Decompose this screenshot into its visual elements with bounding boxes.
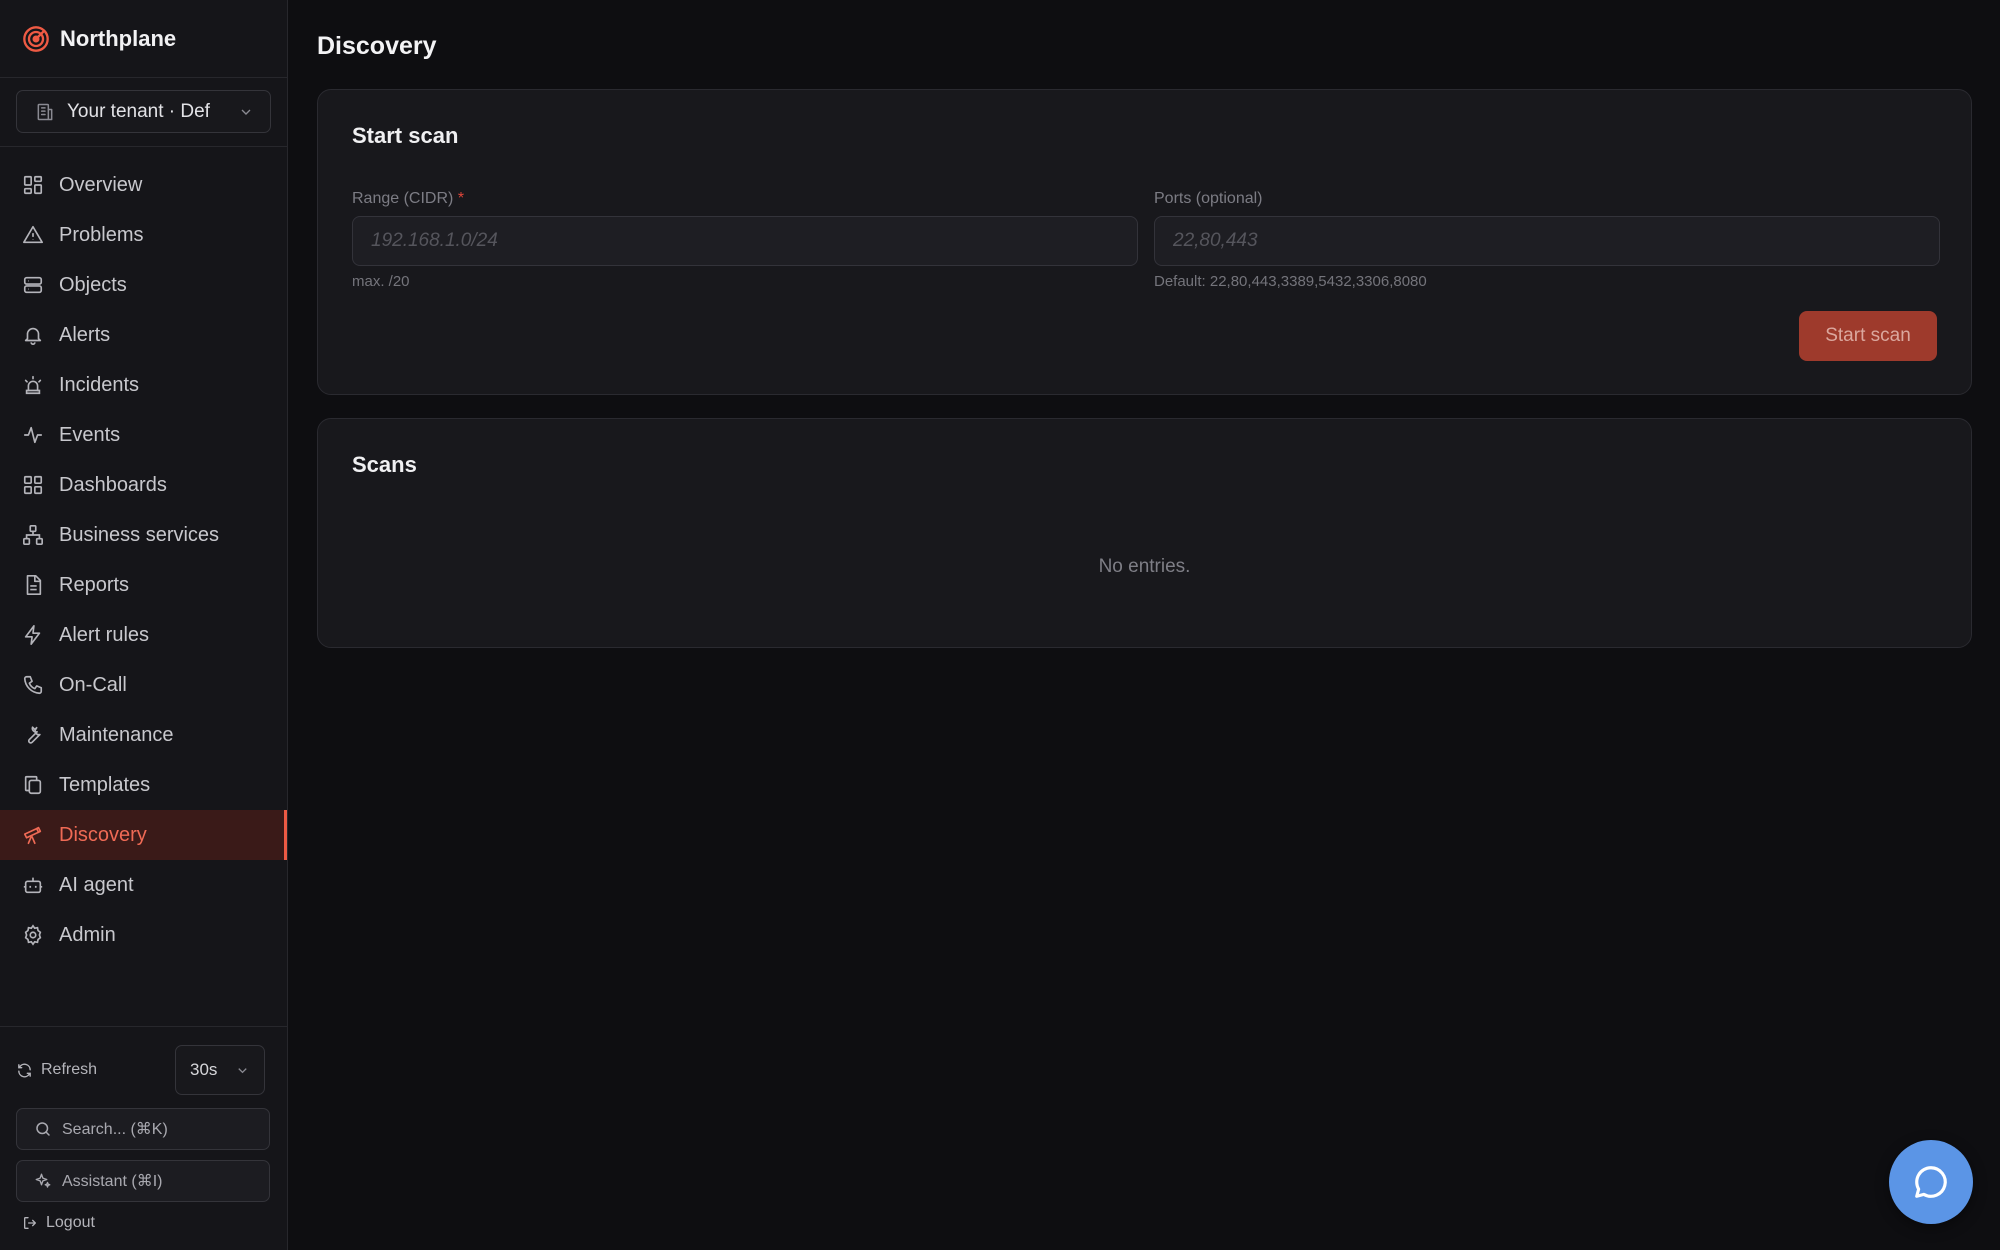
wrench-icon (22, 724, 44, 746)
gear-icon (22, 924, 44, 946)
ports-label: Ports (optional) (1154, 190, 1263, 207)
refresh-interval-select[interactable]: 30s (175, 1045, 265, 1095)
assistant-label: Assistant (⌘I) (62, 1173, 163, 1190)
copy-icon (22, 774, 44, 796)
nav-item-admin[interactable]: Admin (0, 910, 287, 960)
nav-item-objects[interactable]: Objects (0, 260, 287, 310)
nav-item-label: Objects (59, 273, 127, 296)
nav-item-label: Admin (59, 923, 116, 946)
interval-value: 30s (190, 1060, 218, 1079)
nav-item-events[interactable]: Events (0, 410, 287, 460)
logout-label: Logout (46, 1214, 95, 1231)
scans-empty-state: No entries. (1098, 556, 1191, 577)
chat-bubble-icon (1912, 1163, 1950, 1201)
dashboard-grid-icon (22, 474, 44, 496)
nav-item-ai-agent[interactable]: AI agent (0, 860, 287, 910)
nav-item-label: Templates (59, 773, 151, 796)
tenant-selector[interactable]: Your tenant · Def (16, 90, 271, 133)
nav-item-label: Dashboards (59, 473, 167, 496)
server-icon (22, 274, 44, 296)
nav-item-reports[interactable]: Reports (0, 560, 287, 610)
scans-card: Scans No entries. (317, 418, 1972, 648)
nav-item-label: Reports (59, 573, 130, 596)
nav-item-label: Alerts (59, 323, 111, 346)
chat-button[interactable] (1889, 1140, 1973, 1224)
range-label: Range (CIDR) * (352, 190, 464, 208)
search-icon (34, 1120, 52, 1138)
main-nav: Overview Problems Objects Alerts Inciden… (0, 147, 287, 960)
nav-item-label: Business services (59, 523, 220, 546)
radar-logo-icon (22, 25, 50, 53)
nav-item-label: AI agent (59, 873, 134, 896)
refresh-icon (16, 1062, 33, 1079)
nav-item-maintenance[interactable]: Maintenance (0, 710, 287, 760)
nav-item-label: Incidents (59, 373, 140, 396)
start-scan-title: Start scan (352, 123, 459, 148)
nav-item-label: On-Call (59, 673, 127, 696)
nav-item-alert-rules[interactable]: Alert rules (0, 610, 287, 660)
nav-item-label: Discovery (59, 823, 147, 846)
sidebar: Northplane Your tenant · Def Overview Pr… (0, 0, 288, 1250)
nav-item-label: Events (59, 423, 121, 446)
nav-item-label: Overview (59, 173, 143, 196)
nav-item-overview[interactable]: Overview (0, 160, 287, 210)
nav-item-label: Problems (59, 223, 144, 246)
phone-icon (22, 674, 44, 696)
grid-icon (22, 174, 44, 196)
scans-title: Scans (352, 452, 417, 477)
required-mark: * (457, 190, 465, 207)
nav-item-problems[interactable]: Problems (0, 210, 287, 260)
telescope-icon (22, 824, 44, 846)
assistant-button[interactable]: Assistant (⌘I) (16, 1160, 270, 1202)
document-icon (22, 574, 44, 596)
nav-item-dashboards[interactable]: Dashboards (0, 460, 287, 510)
chevron-down-icon (238, 104, 254, 120)
ports-input[interactable] (1154, 216, 1940, 266)
logout-button[interactable]: Logout (22, 1214, 95, 1232)
ports-hint: Default: 22,80,443,3389,5432,3306,8080 (1154, 273, 1427, 290)
nav-item-label: Alert rules (59, 623, 150, 646)
warning-triangle-icon (22, 224, 44, 246)
nav-item-incidents[interactable]: Incidents (0, 360, 287, 410)
range-label-text: Range (CIDR) (352, 190, 454, 207)
range-hint: max. /20 (352, 273, 410, 290)
nav-item-discovery[interactable]: Discovery (0, 810, 287, 860)
sidebar-footer: Refresh 30s Search... (⌘K) Assistant (⌘I… (0, 1026, 287, 1250)
nav-item-business-services[interactable]: Business services (0, 510, 287, 560)
lightning-icon (22, 624, 44, 646)
start-scan-button[interactable]: Start scan (1799, 311, 1937, 361)
refresh-label: Refresh (41, 1061, 98, 1078)
nav-item-alerts[interactable]: Alerts (0, 310, 287, 360)
tenant-label: Your tenant · Def (67, 100, 210, 122)
siren-icon (22, 374, 44, 396)
range-cidr-input[interactable] (352, 216, 1138, 266)
bot-icon (22, 874, 44, 896)
brand-name: Northplane (60, 25, 177, 51)
refresh-button[interactable]: Refresh (16, 1061, 97, 1079)
bell-icon (22, 324, 44, 346)
main-content: Discovery Start scan Range (CIDR) * max.… (289, 0, 2000, 1250)
sparkles-icon (34, 1172, 52, 1190)
nav-item-on-call[interactable]: On-Call (0, 660, 287, 710)
brand[interactable]: Northplane (0, 0, 287, 78)
search-label: Search... (⌘K) (62, 1121, 168, 1138)
start-scan-card: Start scan Range (CIDR) * max. /20 Ports… (317, 89, 1972, 395)
nav-item-label: Maintenance (59, 723, 174, 746)
nav-item-templates[interactable]: Templates (0, 760, 287, 810)
search-button[interactable]: Search... (⌘K) (16, 1108, 270, 1150)
chevron-down-icon (235, 1063, 250, 1078)
logout-icon (22, 1215, 38, 1231)
hierarchy-icon (22, 524, 44, 546)
page-title: Discovery (317, 32, 437, 60)
building-icon (35, 102, 55, 122)
activity-icon (22, 424, 44, 446)
